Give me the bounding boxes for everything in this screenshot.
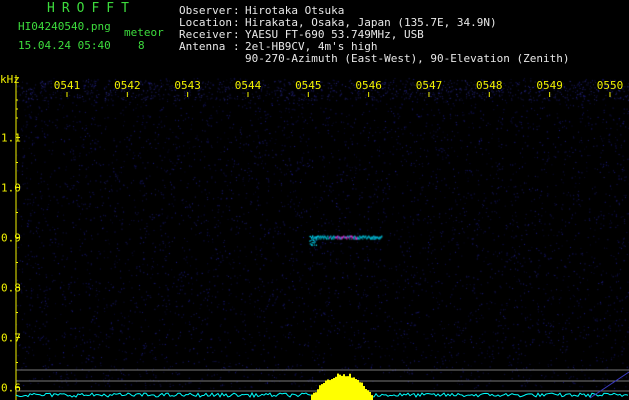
x-tick-label: 0549	[536, 79, 563, 92]
x-tick-label: 0547	[416, 79, 443, 92]
x-tick-label: 0548	[476, 79, 503, 92]
x-tick-label: 0545	[295, 79, 322, 92]
meteor-count: 8	[138, 39, 145, 52]
info-key-antenna: Antenna	[179, 40, 226, 53]
x-tick-label: 0546	[355, 79, 382, 92]
x-tick-label: 0541	[54, 79, 81, 92]
meteor-label: meteor	[124, 26, 164, 39]
hrofft-window: 0541 0542 0543 0544 0545 0546 0547 0548 0549 0550…	[0, 0, 629, 400]
info-sep: :	[233, 40, 240, 53]
x-tick-label: 0542	[114, 79, 141, 92]
observation-datetime: 15.04.24 05:40	[18, 39, 111, 52]
y-axis-unit-label: kHz	[0, 73, 20, 86]
file-name: HI04240540.png	[18, 20, 111, 33]
x-tick-label: 0550	[597, 79, 624, 92]
info-value-antenna-orientation: 90-270-Azimuth (East-West), 90-Elevation…	[245, 52, 570, 65]
x-tick-label: 0543	[174, 79, 201, 92]
app-title: HROFFT	[47, 1, 136, 16]
x-tick-label: 0544	[235, 79, 262, 92]
